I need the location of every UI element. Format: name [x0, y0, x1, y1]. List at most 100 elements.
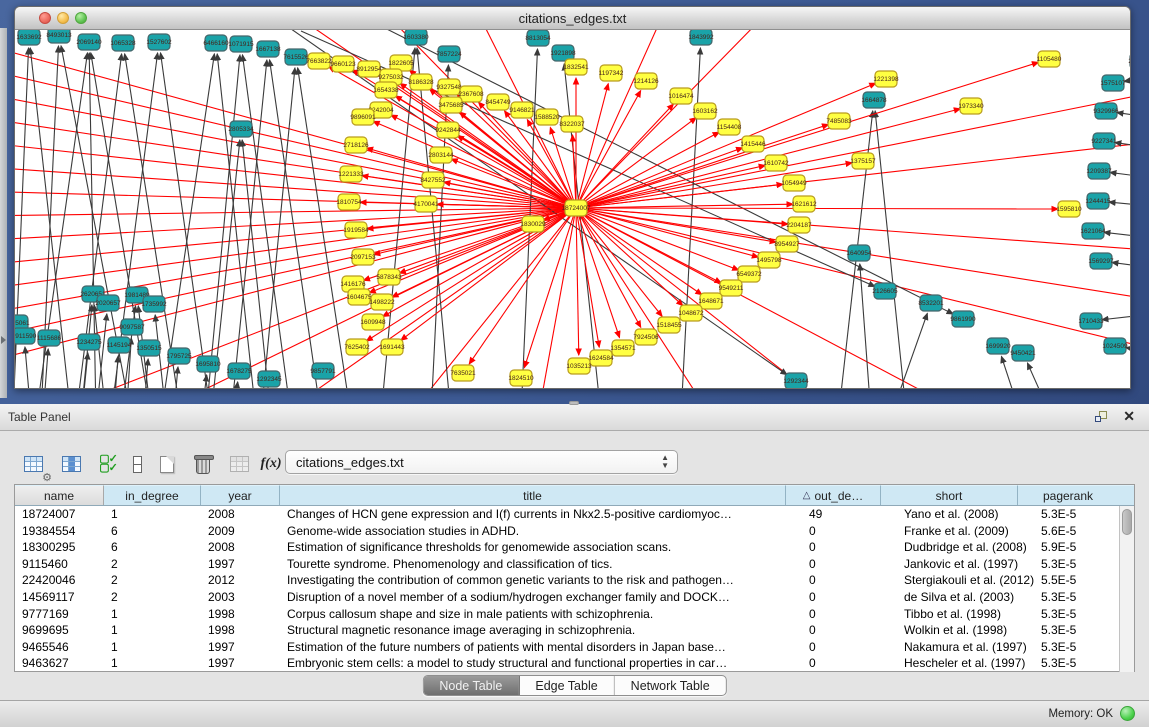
select-column-icon[interactable] [56, 449, 86, 479]
network-node[interactable]: 9242844 [435, 122, 461, 138]
vertical-scrollbar[interactable] [1119, 506, 1134, 672]
network-node[interactable]: 1824510 [508, 370, 534, 386]
network-node[interactable]: 8322037 [559, 116, 585, 132]
network-node[interactable]: 1054949 [781, 175, 807, 191]
network-node[interactable]: 8186328 [408, 74, 434, 90]
network-node[interactable]: 1633692 [16, 30, 42, 45]
network-node[interactable]: 1678275 [226, 363, 252, 379]
memory-status-icon[interactable] [1120, 706, 1135, 721]
network-node[interactable]: 1350515 [136, 340, 162, 356]
tab-edge-table[interactable]: Edge Table [519, 676, 614, 695]
network-node[interactable]: 9329966 [1093, 103, 1119, 119]
network-node[interactable]: 1234275 [76, 334, 102, 350]
network-node[interactable]: 1048672 [678, 305, 704, 321]
network-node[interactable]: 1667138 [255, 41, 281, 57]
network-window-titlebar[interactable]: citations_edges.txt [15, 7, 1130, 30]
network-node[interactable]: 1221333 [338, 166, 364, 182]
network-node[interactable]: 3475685 [438, 97, 464, 113]
network-node[interactable]: 8493013 [46, 30, 72, 43]
network-node[interactable]: 2204187 [786, 217, 812, 233]
network-node[interactable]: 9549211 [719, 280, 744, 296]
network-node[interactable]: 1654338 [373, 82, 399, 98]
network-node[interactable]: 1795725 [166, 348, 192, 364]
table-row[interactable]: 2242004622012Investigating the contribut… [15, 572, 1134, 589]
splitter-collapse-icon[interactable] [1, 336, 6, 344]
network-node[interactable]: 7485083 [826, 113, 852, 129]
network-node[interactable]: 1610742 [763, 155, 789, 171]
network-node[interactable]: 8427552 [420, 172, 446, 188]
column-header-short[interactable]: short [881, 485, 1018, 505]
network-node[interactable]: 2020657 [95, 295, 121, 311]
network-node[interactable]: 7625402 [344, 339, 370, 355]
network-node[interactable]: 1624584 [588, 350, 614, 366]
network-node[interactable]: 1664878 [861, 92, 887, 108]
network-node[interactable]: 9896091 [350, 109, 376, 125]
network-node[interactable]: 1354571 [610, 340, 636, 356]
network-node[interactable]: 1518455 [656, 317, 682, 333]
network-node[interactable]: 8532201 [918, 295, 944, 311]
network-node[interactable]: 1292344 [783, 373, 809, 389]
network-node[interactable]: 8954927 [774, 236, 800, 252]
column-header-title[interactable]: title [280, 485, 786, 505]
network-node[interactable]: 1640954 [846, 245, 872, 261]
network-node[interactable]: 1604675 [346, 289, 372, 305]
network-node[interactable]: 1527602 [146, 34, 172, 50]
network-node[interactable]: 1595810 [1056, 201, 1082, 217]
network-node[interactable]: 2137419 [1128, 53, 1130, 69]
network-node[interactable]: 1016474 [668, 88, 694, 104]
table-selector-dropdown[interactable]: citations_edges.txt ▲▼ [285, 450, 678, 474]
network-node[interactable]: 1071915 [228, 36, 254, 52]
tab-node-table[interactable]: Node Table [423, 676, 519, 695]
network-node[interactable]: 18724007 [562, 200, 591, 216]
network-node[interactable]: 6466160 [203, 35, 229, 51]
column-header-name[interactable]: name [15, 485, 104, 505]
network-node[interactable]: 1024509 [1102, 338, 1128, 354]
network-node[interactable]: 9227341 [1091, 133, 1117, 149]
network-node[interactable]: 1375157 [850, 153, 876, 169]
new-table-icon[interactable] [152, 449, 182, 479]
close-panel-icon[interactable]: ✕ [1123, 408, 1135, 425]
network-node[interactable]: 1105480 [1037, 51, 1062, 67]
network-node[interactable]: 1609948 [360, 314, 386, 330]
network-node[interactable]: 1691443 [379, 339, 405, 355]
network-node[interactable]: 1919584 [343, 222, 369, 238]
network-node[interactable]: 8813054 [525, 30, 551, 46]
network-node[interactable]: 1648671 [698, 293, 724, 309]
network-node[interactable]: 1830029 [520, 216, 546, 232]
network-node[interactable]: 1292345 [256, 371, 282, 387]
network-node[interactable]: 1832541 [563, 59, 589, 75]
network-node[interactable]: 1498222 [369, 294, 395, 310]
float-panel-icon[interactable] [1095, 411, 1109, 424]
network-node[interactable]: 9857791 [310, 363, 336, 379]
network-node[interactable]: 1221398 [873, 71, 899, 87]
network-node[interactable]: 1695810 [195, 356, 221, 372]
tab-network-table[interactable]: Network Table [615, 676, 726, 695]
table-row[interactable]: 1938455462009Genome-wide association stu… [15, 523, 1134, 540]
network-node[interactable]: 1115686 [37, 330, 62, 346]
network-node[interactable]: 1569297 [1088, 253, 1114, 269]
network-node[interactable]: 1495798 [756, 252, 782, 268]
network-node[interactable]: 1699920 [985, 338, 1011, 354]
network-node[interactable]: 2718126 [343, 137, 369, 153]
network-node[interactable]: 1710433 [1078, 313, 1104, 329]
table-row[interactable]: 969969511998Structural magnetic resonanc… [15, 622, 1134, 639]
network-node[interactable]: 9146821 [509, 102, 535, 118]
network-node[interactable]: 1810754 [336, 194, 362, 210]
network-node[interactable]: 2069140 [76, 34, 102, 50]
network-node[interactable]: 7857224 [436, 46, 462, 62]
table-settings-icon[interactable]: ⚙ [18, 449, 48, 479]
network-node[interactable]: 1035213 [566, 358, 592, 374]
row-height-icon[interactable] [122, 449, 152, 479]
network-canvas[interactable]: 1633692 8493013 2069140 1065328 1527602 64661… [15, 30, 1130, 389]
network-node[interactable]: 9660123 [330, 56, 356, 72]
network-node[interactable]: 1154408 [717, 119, 742, 135]
table-row[interactable]: 946362711997Embryonic stem cells: a mode… [15, 655, 1134, 672]
network-node[interactable]: 7615526 [283, 49, 309, 65]
network-node[interactable]: 1244415 [1085, 193, 1111, 209]
network-node[interactable]: 9450421 [1010, 345, 1036, 361]
table-row[interactable]: 911546021997Tourette syndrome. Phenomeno… [15, 556, 1134, 573]
network-node[interactable]: 1065328 [110, 35, 136, 51]
network-node[interactable]: 2805334 [228, 121, 254, 137]
table-row[interactable]: 1830029562008Estimation of significance … [15, 539, 1134, 556]
table-row[interactable]: 1456911722003Disruption of a novel membe… [15, 589, 1134, 606]
